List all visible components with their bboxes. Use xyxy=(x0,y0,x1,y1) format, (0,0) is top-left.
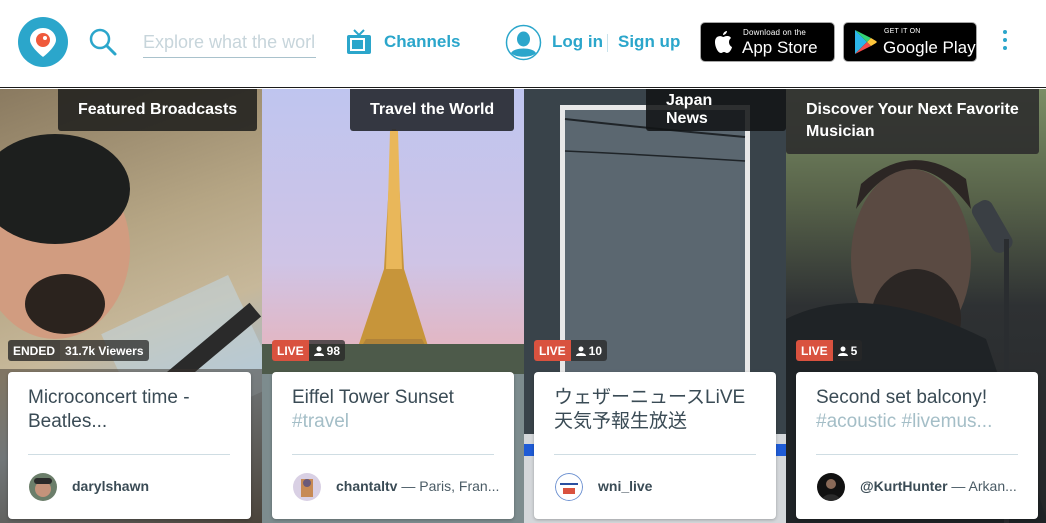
channels-link[interactable]: Channels xyxy=(346,24,461,60)
search-icon[interactable] xyxy=(88,27,118,57)
person-icon xyxy=(313,346,324,356)
person-icon xyxy=(837,346,848,356)
tv-icon xyxy=(347,29,371,54)
channels-label: Channels xyxy=(384,32,461,51)
broadcast-tile[interactable]: Japan News LIVE 10 ウェザーニュースLiVE 天気予報生放送 … xyxy=(524,89,786,523)
status-badge: LIVE 98 xyxy=(272,340,346,361)
app-store-small-text: Download on the xyxy=(743,28,807,37)
app-store-big-text: App Store xyxy=(742,38,818,57)
signup-link[interactable]: Sign up xyxy=(618,32,680,52)
divider xyxy=(292,454,494,455)
broadcast-title: Eiffel Tower Sunset #travel xyxy=(292,387,454,432)
status-badge: ENDED 31.7k Viewers xyxy=(8,340,149,361)
broadcast-card[interactable]: ウェザーニュースLiVE 天気予報生放送 wni_live xyxy=(534,372,776,519)
byline: darylshawn xyxy=(72,478,149,494)
more-menu-icon[interactable] xyxy=(999,30,1011,54)
avatar[interactable] xyxy=(29,473,57,501)
search-input[interactable] xyxy=(143,28,316,56)
username[interactable]: wni_live xyxy=(598,478,652,494)
username[interactable]: darylshawn xyxy=(72,478,149,494)
person-icon xyxy=(575,346,586,356)
google-play-icon xyxy=(855,30,877,54)
google-play-big-text: Google Play xyxy=(883,38,976,57)
divider xyxy=(554,454,756,455)
apple-icon xyxy=(715,31,732,53)
status-badge: LIVE 5 xyxy=(796,340,863,361)
broadcast-card[interactable]: Microconcert time - Beatles... darylshaw… xyxy=(8,372,251,519)
broadcast-grid: Featured Broadcasts ENDED 31.7k Viewers … xyxy=(0,89,1046,523)
top-nav-bar: Channels Log in Sign up Download on the … xyxy=(0,0,1046,88)
broadcast-card[interactable]: Second set balcony! #acoustic #livemus..… xyxy=(796,372,1038,519)
viewer-count: 10 xyxy=(570,340,608,361)
app-store-button[interactable]: Download on the App Store xyxy=(700,22,835,62)
byline: chantaltv — Paris, Fran... xyxy=(336,478,499,494)
google-play-button[interactable]: GET IT ON Google Play xyxy=(843,22,977,62)
channel-label[interactable]: Japan News xyxy=(646,89,786,131)
user-avatar-icon[interactable] xyxy=(505,24,542,61)
broadcast-state: LIVE xyxy=(534,340,571,361)
viewer-count: 5 xyxy=(832,340,863,361)
broadcast-tile[interactable]: Featured Broadcasts ENDED 31.7k Viewers … xyxy=(0,89,262,523)
search-field[interactable] xyxy=(143,28,316,58)
broadcast-tile[interactable]: Discover Your Next Favorite Musician LIV… xyxy=(786,89,1046,523)
avatar[interactable] xyxy=(817,473,845,501)
status-badge: LIVE 10 xyxy=(534,340,608,361)
location: — Paris, Fran... xyxy=(397,478,500,494)
avatar[interactable] xyxy=(293,473,321,501)
broadcast-title: Second set balcony! #acoustic #livemus..… xyxy=(816,387,993,432)
broadcast-tile[interactable]: Travel the World LIVE 98 Eiffel Tower Su… xyxy=(262,89,524,523)
broadcast-state: LIVE xyxy=(796,340,833,361)
channel-label[interactable]: Travel the World xyxy=(350,89,515,131)
viewer-count: 98 xyxy=(308,340,346,361)
username[interactable]: @KurtHunter xyxy=(860,478,948,494)
broadcast-state: LIVE xyxy=(272,340,309,361)
broadcast-title: Microconcert time - Beatles... xyxy=(28,387,190,432)
channel-label[interactable]: Discover Your Next Favorite Musician xyxy=(786,89,1039,154)
channel-label[interactable]: Featured Broadcasts xyxy=(58,89,258,131)
byline: @KurtHunter — Arkan... xyxy=(860,478,1017,494)
google-play-small-text: GET IT ON xyxy=(884,28,921,35)
broadcast-state: ENDED xyxy=(8,340,61,361)
periscope-logo[interactable] xyxy=(18,17,68,67)
broadcast-card[interactable]: Eiffel Tower Sunset #travel chantaltv — … xyxy=(272,372,514,519)
byline: wni_live xyxy=(598,478,652,494)
divider xyxy=(816,454,1018,455)
location: — Arkan... xyxy=(947,478,1017,494)
viewer-count: 31.7k Viewers xyxy=(60,340,149,361)
broadcast-title: ウェザーニュースLiVE 天気予報生放送 xyxy=(554,387,746,432)
username[interactable]: chantaltv xyxy=(336,478,397,494)
divider xyxy=(28,454,230,455)
avatar[interactable] xyxy=(555,473,583,501)
divider xyxy=(607,34,608,52)
login-link[interactable]: Log in xyxy=(552,32,603,52)
